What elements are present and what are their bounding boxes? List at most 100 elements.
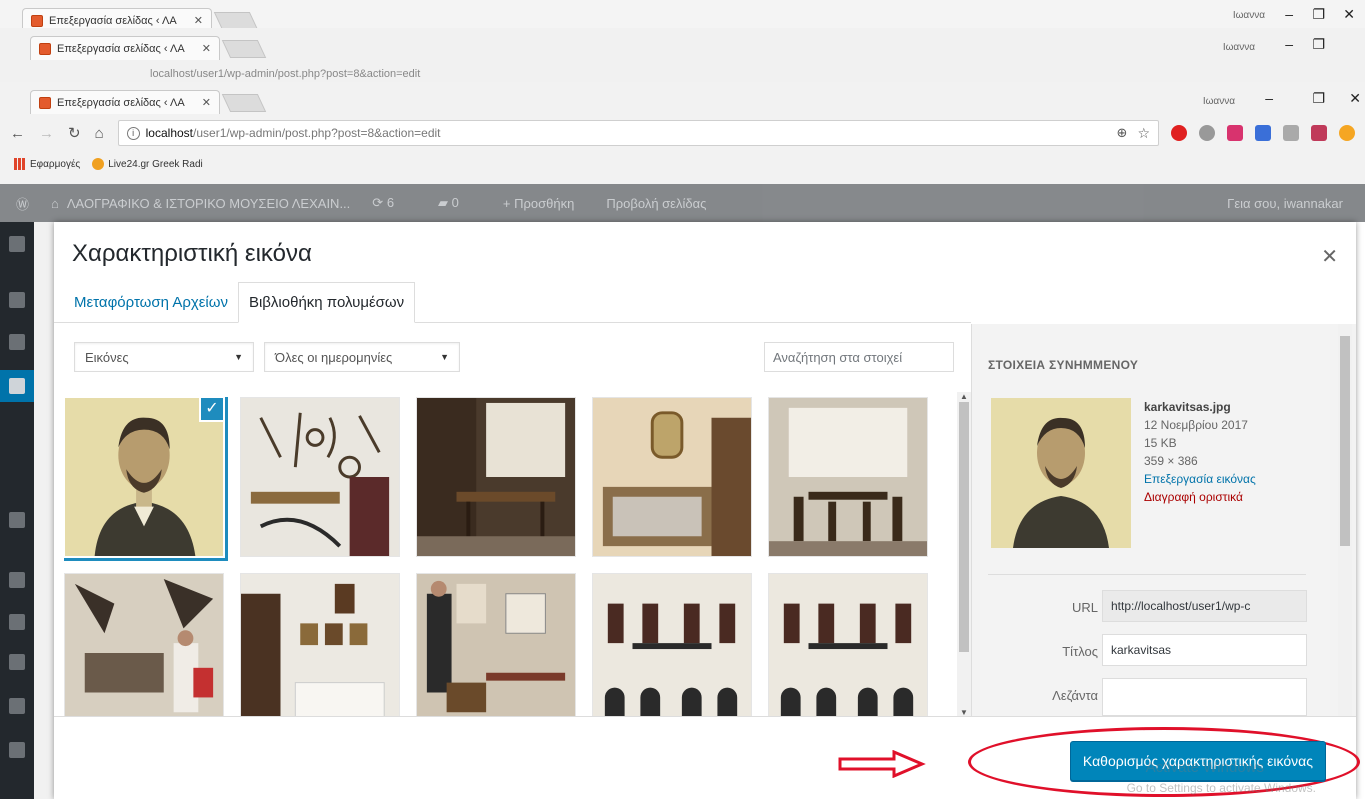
dropdown-arrow-icon: ▼ xyxy=(440,352,449,362)
extension-red-icon[interactable] xyxy=(1171,125,1187,141)
wordpress-favicon-icon xyxy=(39,42,51,55)
minimize-icon[interactable]: – xyxy=(1265,90,1273,106)
minimize-icon[interactable]: – xyxy=(1285,6,1293,22)
wordpress-logo-icon[interactable]: Ⓦ xyxy=(16,194,29,213)
tab-upload-files[interactable]: Μεταφόρτωση Αρχείων xyxy=(64,282,238,323)
minimize-icon[interactable]: – xyxy=(1285,36,1293,52)
extension-orange-icon[interactable] xyxy=(1339,125,1355,141)
close-tab-icon[interactable]: ✕ xyxy=(194,14,203,27)
delete-permanently-link[interactable]: Διαγραφή οριστικά xyxy=(1144,488,1256,506)
media-search-input[interactable]: Αναζήτηση στα στοιχεί xyxy=(764,342,954,372)
posts-icon[interactable] xyxy=(9,292,25,308)
apps-grid-icon xyxy=(14,158,26,170)
building-facade-photo xyxy=(769,574,927,717)
attachment-thumbnail[interactable] xyxy=(592,397,752,557)
new-tab-button[interactable] xyxy=(221,94,267,112)
scrollbar-thumb[interactable] xyxy=(1340,336,1350,546)
browser-tab[interactable]: Επεξεργασία σελίδας ‹ ΛΑ ✕ xyxy=(30,36,220,60)
edit-image-link[interactable]: Επεξεργασία εικόνας xyxy=(1144,470,1256,488)
chairs-window-photo xyxy=(769,398,927,556)
browser-tab-active[interactable]: Επεξεργασία σελίδας ‹ ΛΑ ✕ xyxy=(30,90,220,114)
comments-link[interactable]: ▰ 0 xyxy=(438,195,481,211)
bookmark-star-icon[interactable]: ☆ xyxy=(1137,125,1150,142)
restore-icon[interactable]: ❐ xyxy=(1312,6,1325,23)
radio-icon xyxy=(92,158,105,170)
pages-icon xyxy=(9,378,25,394)
tab-media-library[interactable]: Βιβλιοθήκη πολυμέσων xyxy=(237,282,416,323)
close-tab-icon[interactable]: ✕ xyxy=(202,96,211,109)
media-date-filter[interactable]: Όλες οι ημερομηνίες ▼ xyxy=(264,342,460,372)
media-icon[interactable] xyxy=(9,334,25,350)
extension-search-icon[interactable] xyxy=(1255,125,1271,141)
close-icon[interactable]: ✕ xyxy=(1321,244,1338,269)
reload-icon[interactable]: ↻ xyxy=(68,124,81,142)
dashboard-icon[interactable] xyxy=(9,236,25,252)
title-field[interactable]: karkavitsas xyxy=(1102,634,1307,666)
attachments-scrollbar[interactable]: ▲ ▼ xyxy=(957,392,971,717)
portrait-preview-photo xyxy=(991,398,1131,548)
mannequin-room-photo xyxy=(417,574,575,717)
attachment-thumbnail[interactable] xyxy=(416,397,576,557)
view-page-link[interactable]: Προβολή σελίδας xyxy=(606,196,706,211)
attachment-filename: karkavitsas.jpg xyxy=(1144,400,1231,414)
attachments-grid: ✓ xyxy=(64,397,957,717)
modal-title: Χαρακτηριστική εικόνα xyxy=(72,240,312,267)
close-window-icon[interactable]: ✕ xyxy=(1343,6,1355,23)
wp-admin-bar: Ⓦ ⌂ ΛΑΟΓΡΑΦΙΚΟ & ΙΣΤΟΡΙΚΟ ΜΟΥΣΕΙΟ ΛΕΧΑΙΝ… xyxy=(0,184,1365,222)
attachment-thumbnail[interactable] xyxy=(768,397,928,557)
extension-grey-icon[interactable] xyxy=(1199,125,1215,141)
attachment-preview xyxy=(991,398,1131,548)
wp-admin-sidebar xyxy=(0,222,34,799)
new-content-link[interactable]: + Προσθήκη xyxy=(503,196,596,211)
attachment-thumbnail[interactable] xyxy=(768,573,928,717)
attachment-thumbnail[interactable] xyxy=(240,397,400,557)
extension-pocket-icon[interactable] xyxy=(1311,125,1327,141)
wordpress-favicon-icon xyxy=(31,14,43,27)
attachment-thumbnail[interactable] xyxy=(592,573,752,717)
browser-window-middle: Επεξεργασία σελίδας ‹ ΛΑ ✕ Ιωαννα – ❐ xyxy=(0,28,1365,68)
users-icon[interactable] xyxy=(9,654,25,670)
home-icon[interactable]: ⌂ xyxy=(95,125,104,142)
forward-icon[interactable]: → xyxy=(39,125,54,142)
title-label: Τίτλος xyxy=(1062,644,1098,659)
attachment-dimensions: 359 × 386 xyxy=(1144,454,1198,468)
mirror-loom-photo xyxy=(593,398,751,556)
comments-icon[interactable] xyxy=(9,512,25,528)
close-window-icon[interactable]: ✕ xyxy=(1349,90,1361,107)
bookmark-apps[interactable]: Εφαρμογές xyxy=(14,158,80,170)
tab-divider xyxy=(54,322,971,323)
plugins-icon[interactable] xyxy=(9,614,25,630)
scroll-up-icon[interactable]: ▲ xyxy=(960,392,968,401)
selected-check-icon[interactable]: ✓ xyxy=(199,398,223,422)
settings-icon[interactable] xyxy=(9,742,25,758)
url-field[interactable]: http://localhost/user1/wp-c xyxy=(1102,590,1307,622)
account-greeting[interactable]: Γεια σου, iwannakar xyxy=(1227,196,1343,211)
attachment-thumbnail[interactable]: ✓ xyxy=(64,397,228,561)
attachment-thumbnail[interactable] xyxy=(240,573,400,717)
zoom-icon[interactable]: ⊕ xyxy=(1117,125,1128,141)
caption-field[interactable] xyxy=(1102,678,1307,716)
media-type-filter[interactable]: Εικόνες ▼ xyxy=(74,342,254,372)
attachment-thumbnail[interactable] xyxy=(64,573,224,717)
bookmark-live24[interactable]: Live24.gr Greek Radi xyxy=(92,158,203,170)
info-icon[interactable]: i xyxy=(126,126,140,140)
tools-icon[interactable] xyxy=(9,698,25,714)
scrollbar-thumb[interactable] xyxy=(959,402,969,652)
appearance-icon[interactable] xyxy=(9,572,25,588)
site-name-link[interactable]: ΛΑΟΓΡΑΦΙΚΟ & ΙΣΤΟΡΙΚΟ ΜΟΥΣΕΙΟ ΛΕΧΑΙΝ... xyxy=(67,196,350,211)
updates-link[interactable]: ⟳ 6 xyxy=(372,195,416,211)
attachment-date: 12 Νοεμβρίου 2017 xyxy=(1144,418,1248,432)
browser-window-front: Επεξεργασία σελίδας ‹ ΛΑ ✕ Ιωαννα – ❐ ✕ … xyxy=(0,82,1365,184)
restore-icon[interactable]: ❐ xyxy=(1312,36,1325,53)
restore-icon[interactable]: ❐ xyxy=(1312,90,1325,107)
close-tab-icon[interactable]: ✕ xyxy=(202,42,211,55)
extension-translate-icon[interactable] xyxy=(1283,125,1299,141)
address-bar[interactable]: i localhost/user1/wp-admin/post.php?post… xyxy=(117,120,1159,146)
extension-pink-icon[interactable] xyxy=(1227,125,1243,141)
back-icon[interactable]: ← xyxy=(10,125,25,142)
new-tab-button[interactable] xyxy=(221,40,267,58)
dark-room-photo xyxy=(417,398,575,556)
costumes-table-photo xyxy=(65,574,223,717)
attachment-thumbnail[interactable] xyxy=(416,573,576,717)
details-scrollbar[interactable] xyxy=(1338,324,1352,716)
